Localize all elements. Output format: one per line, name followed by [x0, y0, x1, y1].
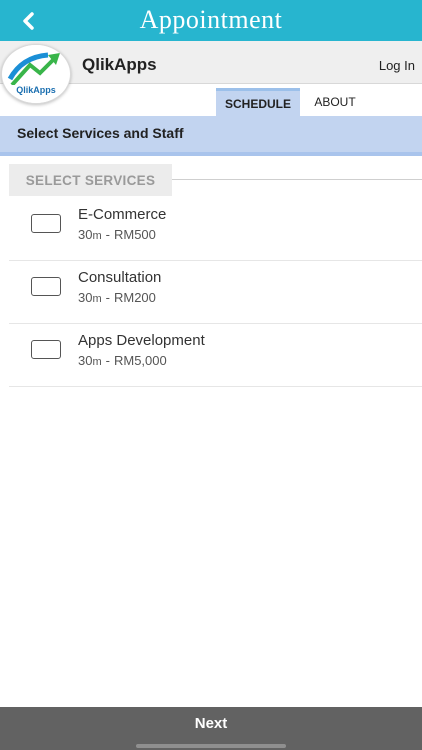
service-meta: 30m - RM500: [78, 227, 156, 242]
section-title: Select Services and Staff: [17, 125, 184, 141]
business-name: QlikApps: [82, 55, 157, 74]
divider: [172, 179, 422, 180]
top-app-bar: Appointment: [0, 0, 422, 41]
service-price: RM5,000: [113, 353, 167, 368]
page-title: Appointment: [139, 5, 283, 34]
service-name: Apps Development: [78, 332, 205, 349]
service-checkbox[interactable]: [31, 277, 61, 296]
service-item-ecommerce[interactable]: E-Commerce 30m - RM500: [9, 199, 422, 261]
service-duration: 30: [78, 227, 93, 242]
service-name: E-Commerce: [78, 206, 167, 223]
service-checkbox[interactable]: [31, 214, 61, 233]
service-duration: 30: [78, 290, 93, 305]
logo-icon: QlikApps: [6, 45, 66, 103]
tab-about[interactable]: ABOUT: [304, 88, 366, 116]
next-button[interactable]: Next: [0, 715, 422, 732]
service-price: RM200: [113, 290, 156, 305]
service-item-apps-development[interactable]: Apps Development 30m - RM5,000: [9, 325, 422, 387]
svg-text:QlikApps: QlikApps: [16, 85, 56, 95]
services-group-label: SELECT SERVICES: [9, 164, 172, 196]
tab-schedule[interactable]: SCHEDULE: [216, 88, 300, 116]
service-meta: 30m - RM5,000: [78, 353, 167, 368]
duration-unit: m: [92, 293, 102, 305]
service-meta: 30m - RM200: [78, 290, 156, 305]
duration-unit: m: [92, 230, 102, 242]
duration-unit: m: [92, 356, 102, 368]
service-price: RM500: [113, 227, 156, 242]
login-button[interactable]: Log In: [379, 58, 415, 73]
service-duration: 30: [78, 353, 93, 368]
business-logo: QlikApps: [1, 44, 71, 104]
service-name: Consultation: [78, 269, 162, 286]
home-indicator[interactable]: [136, 744, 286, 748]
service-checkbox[interactable]: [31, 340, 61, 359]
service-item-consultation[interactable]: Consultation 30m - RM200: [9, 262, 422, 324]
bottom-bar: Next: [0, 707, 422, 750]
